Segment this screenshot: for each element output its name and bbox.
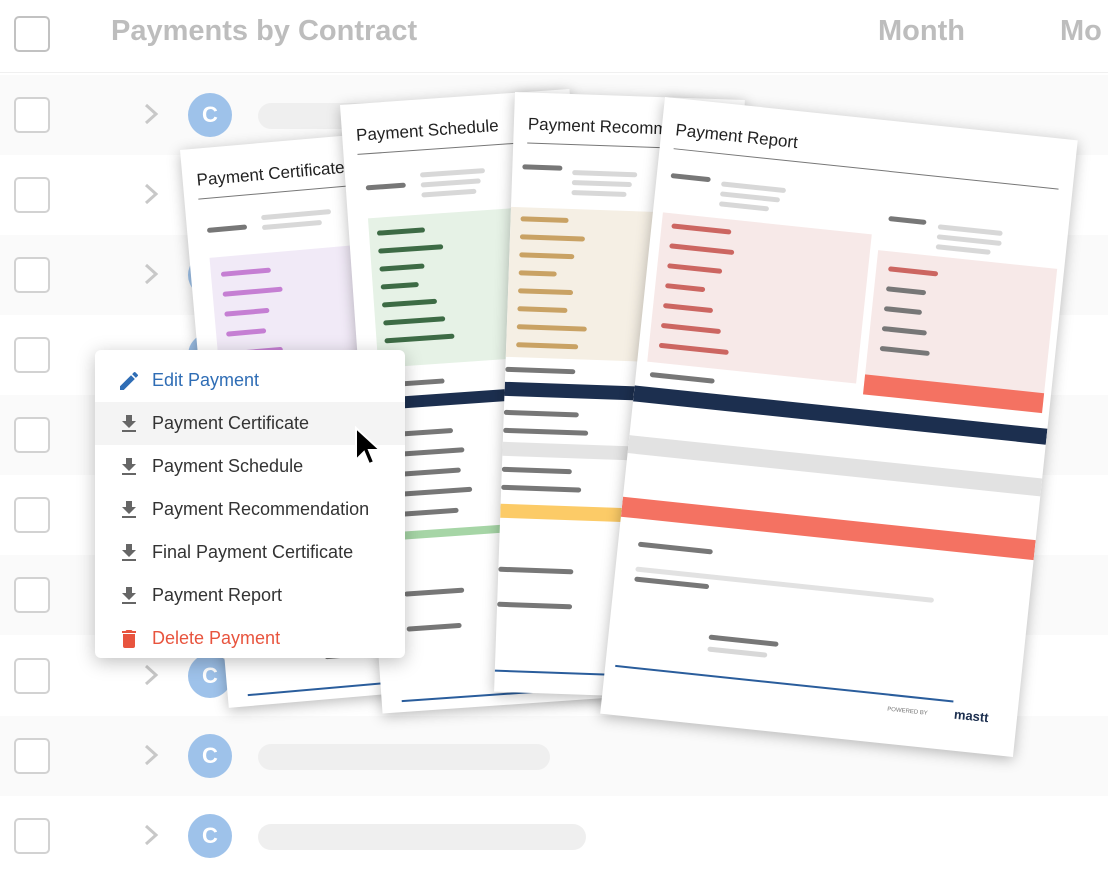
table-header: Payments by Contract Month Mo [0, 0, 1108, 73]
menu-item-label: Payment Report [152, 585, 283, 605]
download-icon [122, 415, 136, 432]
text-line [497, 601, 573, 610]
text-line [718, 201, 770, 212]
section-background [647, 212, 872, 384]
text-line [719, 191, 781, 203]
text-line [206, 224, 248, 233]
text-line [888, 216, 927, 225]
mouse-cursor-icon [355, 426, 382, 466]
text-line [501, 466, 572, 475]
menu-item-label: Payment Certificate [152, 413, 310, 433]
text-line [670, 173, 711, 183]
menu-item-final-payment-certificate[interactable]: Final Payment Certificate [95, 531, 405, 574]
avatar: C [188, 93, 232, 137]
text-line [708, 634, 779, 647]
document-title: Payment Recomm [527, 114, 668, 139]
text-line [503, 427, 589, 436]
trash-icon [122, 630, 136, 648]
chevron-right-icon[interactable] [136, 660, 166, 690]
text-line [421, 188, 477, 198]
chevron-right-icon[interactable] [136, 259, 166, 289]
menu-item-label: Delete Payment [152, 628, 281, 648]
menu-item-delete-payment[interactable]: Delete Payment [95, 617, 405, 660]
pencil-icon [120, 371, 139, 390]
row-checkbox[interactable] [14, 497, 50, 533]
table-title: Payments by Contract [111, 15, 418, 47]
download-icon [122, 458, 136, 475]
menu-item-payment-report[interactable]: Payment Report [95, 574, 405, 617]
menu-item-label: Edit Payment [152, 370, 260, 390]
table-row[interactable]: C [0, 796, 1108, 876]
text-line [404, 587, 465, 597]
download-icon [122, 544, 136, 561]
text-line [720, 181, 787, 194]
menu-item-edit-payment[interactable]: Edit Payment [95, 359, 405, 402]
row-placeholder [258, 824, 586, 850]
text-line [707, 646, 768, 658]
chevron-right-icon[interactable] [136, 820, 166, 850]
text-line [649, 371, 715, 384]
chevron-right-icon[interactable] [136, 99, 166, 129]
text-line [398, 507, 459, 517]
row-checkbox[interactable] [14, 818, 50, 854]
chevron-right-icon[interactable] [136, 179, 166, 209]
text-line [936, 234, 1002, 246]
text-line [571, 180, 632, 188]
text-line [260, 209, 332, 221]
column-header-month-2[interactable]: Mo [1060, 15, 1102, 48]
payment-report-preview: Payment Report POWERED BY mastt [600, 97, 1078, 757]
text-line [498, 566, 574, 575]
row-checkbox[interactable] [14, 658, 50, 694]
text-line [937, 224, 1003, 237]
avatar: C [188, 814, 232, 858]
payment-context-menu: Edit Payment Payment Certificate Payment… [95, 350, 405, 658]
text-line [505, 366, 576, 375]
document-title: Payment Certificate [195, 157, 346, 190]
document-title: Payment Schedule [355, 116, 500, 145]
download-icon [122, 501, 136, 518]
select-all-checkbox[interactable] [14, 16, 50, 52]
subtotal-bar [627, 435, 1043, 497]
avatar: C [188, 734, 232, 778]
row-placeholder [258, 744, 550, 770]
text-line [637, 541, 713, 555]
menu-item-label: Payment Recommendation [152, 499, 370, 519]
text-line [501, 484, 582, 493]
menu-item-label: Payment Schedule [152, 456, 304, 476]
document-title: Payment Report [674, 120, 799, 153]
row-checkbox[interactable] [14, 337, 50, 373]
text-line [419, 168, 486, 178]
text-line [634, 576, 710, 590]
text-line [572, 170, 638, 178]
powered-by-label: POWERED BY [886, 706, 928, 717]
row-checkbox[interactable] [14, 738, 50, 774]
text-line [261, 219, 323, 231]
row-checkbox[interactable] [14, 417, 50, 453]
text-line [522, 164, 563, 171]
footer-rule [615, 664, 954, 703]
text-line [935, 244, 991, 255]
text-line [503, 409, 579, 418]
text-line [406, 622, 462, 632]
text-line [365, 182, 406, 191]
mastt-logo: mastt [953, 706, 990, 726]
row-checkbox[interactable] [14, 577, 50, 613]
menu-item-label: Final Payment Certificate [152, 542, 354, 562]
text-line [571, 190, 627, 197]
column-header-month[interactable]: Month [878, 15, 965, 48]
row-checkbox[interactable] [14, 97, 50, 133]
text-line [420, 178, 481, 188]
text-line [395, 467, 461, 477]
row-checkbox[interactable] [14, 257, 50, 293]
row-checkbox[interactable] [14, 177, 50, 213]
download-icon [122, 587, 136, 604]
menu-item-payment-recommendation[interactable]: Payment Recommendation [95, 488, 405, 531]
text-line [397, 486, 473, 497]
chevron-right-icon[interactable] [136, 740, 166, 770]
